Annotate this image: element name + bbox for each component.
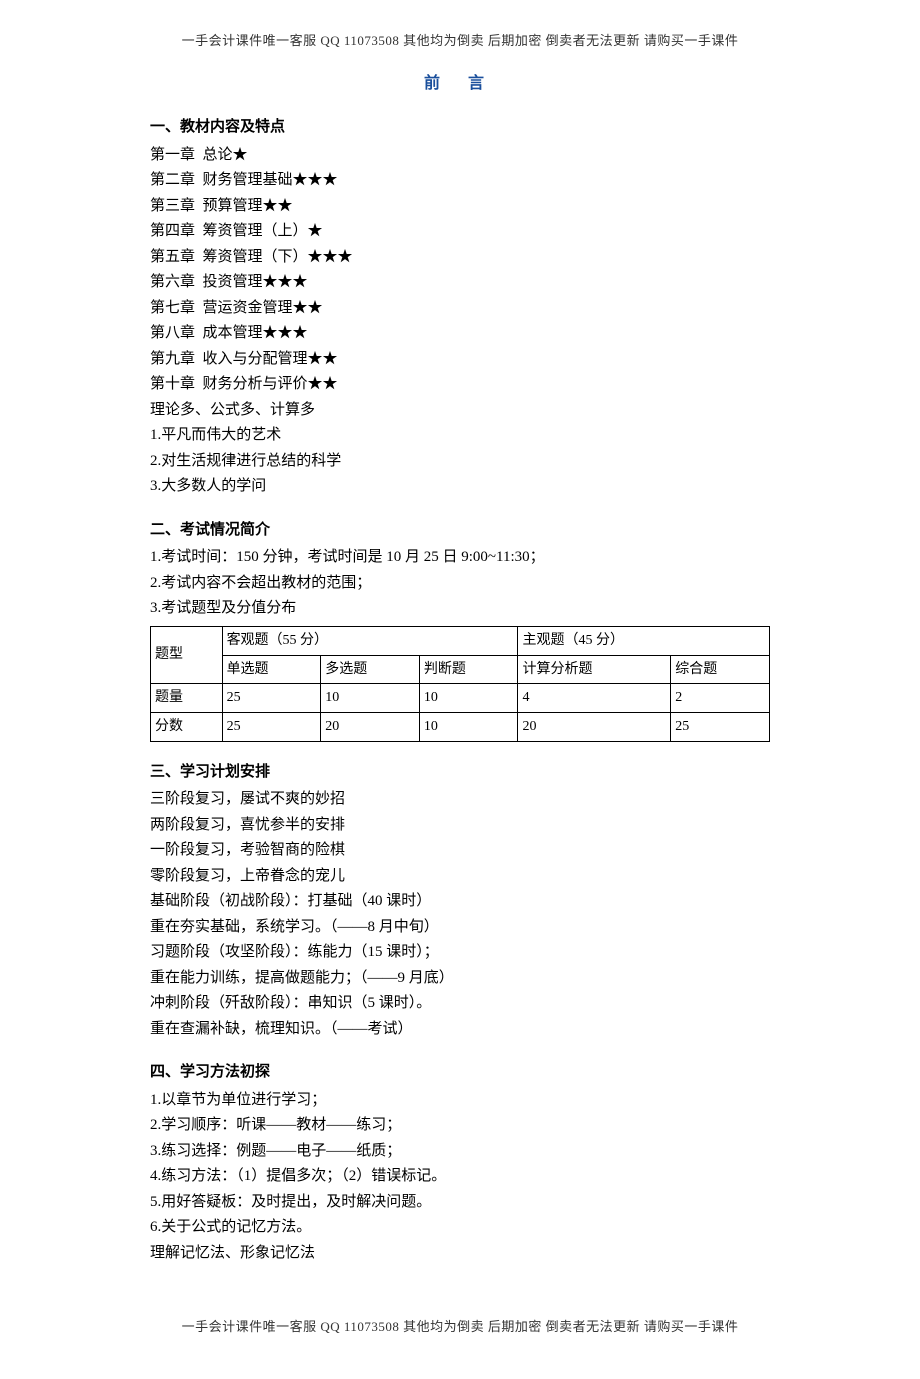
- s4-line: 6.关于公式的记忆方法。: [150, 1215, 770, 1241]
- cell: 10: [419, 713, 518, 742]
- table-row: 题量 25 10 10 4 2: [151, 684, 770, 713]
- th-objective: 客观题（55 分）: [222, 626, 518, 655]
- s1-line: 理论多、公式多、计算多: [150, 398, 770, 424]
- s4-line: 理解记忆法、形象记忆法: [150, 1241, 770, 1267]
- s3-line: 重在查漏补缺，梳理知识。（——考试）: [150, 1017, 770, 1043]
- s1-line: 第八章 成本管理★★★: [150, 321, 770, 347]
- page-footer: 一手会计课件唯一客服 QQ 11073508 其他均为倒卖 后期加密 倒卖者无法…: [150, 1316, 770, 1338]
- th-sub: 综合题: [671, 655, 770, 684]
- document-page: 一手会计课件唯一客服 QQ 11073508 其他均为倒卖 后期加密 倒卖者无法…: [0, 0, 920, 1379]
- s3-line: 三阶段复习，屡试不爽的妙招: [150, 787, 770, 813]
- s1-line: 第四章 筹资管理（上）★: [150, 219, 770, 245]
- s3-line: 冲刺阶段（歼敌阶段）：串知识（5 课时）。: [150, 991, 770, 1017]
- table-row: 单选题 多选题 判断题 计算分析题 综合题: [151, 655, 770, 684]
- row-label: 题量: [151, 684, 223, 713]
- cell: 25: [671, 713, 770, 742]
- s1-line: 第七章 营运资金管理★★: [150, 296, 770, 322]
- table-row: 题型 客观题（55 分） 主观题（45 分）: [151, 626, 770, 655]
- s1-line: 第一章 总论★: [150, 143, 770, 169]
- s1-line: 3.大多数人的学问: [150, 474, 770, 500]
- th-type: 题型: [151, 626, 223, 684]
- cell: 4: [518, 684, 671, 713]
- section-4-head: 四、学习方法初探: [150, 1060, 770, 1086]
- th-sub: 多选题: [321, 655, 420, 684]
- page-header: 一手会计课件唯一客服 QQ 11073508 其他均为倒卖 后期加密 倒卖者无法…: [150, 30, 770, 52]
- s4-line: 4.练习方法：（1）提倡多次；（2）错误标记。: [150, 1164, 770, 1190]
- s1-line: 第五章 筹资管理（下）★★★: [150, 245, 770, 271]
- s3-line: 重在夯实基础，系统学习。（——8 月中旬）: [150, 915, 770, 941]
- cell: 10: [321, 684, 420, 713]
- s1-line: 第九章 收入与分配管理★★: [150, 347, 770, 373]
- table-row: 分数 25 20 10 20 25: [151, 713, 770, 742]
- th-sub: 单选题: [222, 655, 321, 684]
- s1-line: 第十章 财务分析与评价★★: [150, 372, 770, 398]
- cell: 20: [518, 713, 671, 742]
- s3-line: 一阶段复习，考验智商的险棋: [150, 838, 770, 864]
- s4-line: 1.以章节为单位进行学习；: [150, 1088, 770, 1114]
- s4-line: 3.练习选择：例题——电子——纸质；: [150, 1139, 770, 1165]
- row-label: 分数: [151, 713, 223, 742]
- section-2-head: 二、考试情况简介: [150, 518, 770, 544]
- document-title: 前 言: [150, 70, 770, 97]
- th-sub: 计算分析题: [518, 655, 671, 684]
- s1-line: 第二章 财务管理基础★★★: [150, 168, 770, 194]
- s3-line: 零阶段复习，上帝眷念的宠儿: [150, 864, 770, 890]
- s2-line: 3.考试题型及分值分布: [150, 596, 770, 622]
- s2-line: 2.考试内容不会超出教材的范围；: [150, 571, 770, 597]
- s1-line: 2.对生活规律进行总结的科学: [150, 449, 770, 475]
- s1-line: 1.平凡而伟大的艺术: [150, 423, 770, 449]
- s3-line: 基础阶段（初战阶段）：打基础（40 课时）: [150, 889, 770, 915]
- cell: 25: [222, 684, 321, 713]
- s1-line: 第六章 投资管理★★★: [150, 270, 770, 296]
- cell: 25: [222, 713, 321, 742]
- th-subjective: 主观题（45 分）: [518, 626, 770, 655]
- s3-line: 两阶段复习，喜忧参半的安排: [150, 813, 770, 839]
- cell: 20: [321, 713, 420, 742]
- cell: 2: [671, 684, 770, 713]
- s2-line: 1.考试时间：150 分钟，考试时间是 10 月 25 日 9:00~11:30…: [150, 545, 770, 571]
- cell: 10: [419, 684, 518, 713]
- s4-line: 2.学习顺序：听课——教材——练习；: [150, 1113, 770, 1139]
- s3-line: 重在能力训练，提高做题能力；（——9 月底）: [150, 966, 770, 992]
- score-table: 题型 客观题（55 分） 主观题（45 分） 单选题 多选题 判断题 计算分析题…: [150, 626, 770, 742]
- section-3-head: 三、学习计划安排: [150, 760, 770, 786]
- th-sub: 判断题: [419, 655, 518, 684]
- s3-line: 习题阶段（攻坚阶段）：练能力（15 课时）；: [150, 940, 770, 966]
- section-1-head: 一、教材内容及特点: [150, 115, 770, 141]
- s4-line: 5.用好答疑板：及时提出，及时解决问题。: [150, 1190, 770, 1216]
- s1-line: 第三章 预算管理★★: [150, 194, 770, 220]
